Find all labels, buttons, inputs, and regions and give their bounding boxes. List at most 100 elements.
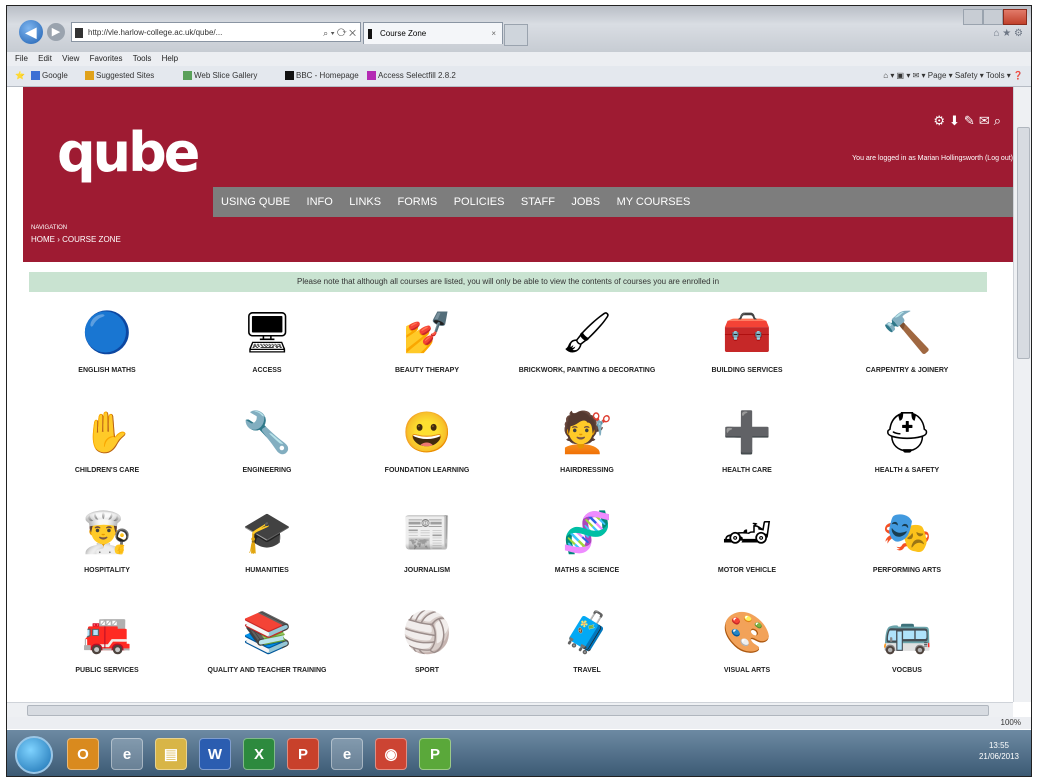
- course-tile[interactable]: 🧬 Maths & Science: [507, 499, 667, 594]
- course-label[interactable]: Health Care: [667, 467, 827, 475]
- fav-google[interactable]: Google: [31, 66, 68, 86]
- tab-course-zone[interactable]: Course Zone ×: [363, 22, 503, 44]
- nav-my-courses[interactable]: MY COURSES: [617, 187, 691, 217]
- course-label[interactable]: Quality and Teacher Training: [187, 667, 347, 675]
- course-tile[interactable]: 🏐 Sport: [347, 599, 507, 694]
- handprints-icon[interactable]: ✋: [74, 399, 140, 465]
- minimize-button[interactable]: [963, 9, 983, 25]
- home-star-gear-icons[interactable]: ⌂ ★ ⚙: [993, 28, 1023, 39]
- nav-staff[interactable]: STAFF: [521, 187, 555, 217]
- course-tile[interactable]: 👨‍🍳 Hospitality: [27, 499, 187, 594]
- course-label[interactable]: Beauty Therapy: [347, 367, 507, 375]
- new-tab-button[interactable]: [504, 24, 528, 46]
- car-icon[interactable]: 🏎: [714, 499, 780, 565]
- header-tool-icons[interactable]: ⚙⬇✎✉⌕: [933, 113, 1005, 129]
- menu-tools[interactable]: Tools: [133, 54, 152, 63]
- course-tile[interactable]: 🔧 Engineering: [187, 399, 347, 494]
- course-tile[interactable]: 🎭 Performing Arts: [827, 499, 987, 594]
- fav-star-icon[interactable]: ⭐: [15, 66, 25, 86]
- course-tile[interactable]: 🎓 Humanities: [187, 499, 347, 594]
- nav-policies[interactable]: POLICIES: [454, 187, 505, 217]
- menu-help[interactable]: Help: [162, 54, 178, 63]
- fav-bbc[interactable]: BBC - Homepage: [285, 66, 359, 86]
- course-tile[interactable]: ✋ Children's Care: [27, 399, 187, 494]
- menu-file[interactable]: File: [15, 54, 28, 63]
- course-tile[interactable]: 😀 Foundation Learning: [347, 399, 507, 494]
- vertical-scrollbar[interactable]: [1013, 87, 1031, 702]
- english-maths-icon[interactable]: 🔵: [74, 299, 140, 365]
- maximize-button[interactable]: [983, 9, 1003, 25]
- course-tile[interactable]: 🔨 Carpentry & Joinery: [827, 299, 987, 394]
- chrome-icon[interactable]: ◉: [375, 738, 407, 770]
- course-label[interactable]: Humanities: [187, 567, 347, 575]
- public-services-icon[interactable]: 🚒: [74, 599, 140, 665]
- menu-edit[interactable]: Edit: [38, 54, 52, 63]
- toolbox-icon[interactable]: 🧰: [714, 299, 780, 365]
- course-tile[interactable]: ⛑ Health & Safety: [827, 399, 987, 494]
- vocbus-icon[interactable]: 🚌: [874, 599, 940, 665]
- nav-links[interactable]: LINKS: [349, 187, 381, 217]
- newspaper-icon[interactable]: 📰: [394, 499, 460, 565]
- smiley-icon[interactable]: 😀: [394, 399, 460, 465]
- course-tile[interactable]: 🚌 VocBus: [827, 599, 987, 694]
- nav-jobs[interactable]: JOBS: [571, 187, 600, 217]
- forward-button[interactable]: ▶: [47, 23, 65, 41]
- menu-view[interactable]: View: [62, 54, 79, 63]
- back-button[interactable]: ◀: [19, 20, 43, 44]
- course-label[interactable]: Sport: [347, 667, 507, 675]
- course-label[interactable]: Health & Safety: [827, 467, 987, 475]
- start-button[interactable]: [15, 736, 53, 774]
- hard-hat-icon[interactable]: ⛑: [874, 399, 940, 465]
- nail-polish-icon[interactable]: 💅: [394, 299, 460, 365]
- books-icon[interactable]: 📚: [234, 599, 300, 665]
- close-window-button[interactable]: [1003, 9, 1027, 25]
- plus-icon[interactable]: ➕: [714, 399, 780, 465]
- tools-icon[interactable]: 🔨: [874, 299, 940, 365]
- course-label[interactable]: Foundation Learning: [347, 467, 507, 475]
- fav-access-selectfill[interactable]: Access Selectfill 2.8.2: [367, 66, 456, 86]
- painting-icon[interactable]: 🎨: [714, 599, 780, 665]
- graduate-icon[interactable]: 🎓: [234, 499, 300, 565]
- course-label[interactable]: Hospitality: [27, 567, 187, 575]
- course-tile[interactable]: ➕ Health Care: [667, 399, 827, 494]
- zoom-level[interactable]: 100%: [1001, 717, 1021, 729]
- course-label[interactable]: Hairdressing: [507, 467, 667, 475]
- suitcase-icon[interactable]: 🧳: [554, 599, 620, 665]
- login-status[interactable]: You are logged in as Marian Hollingswort…: [852, 155, 1013, 162]
- course-label[interactable]: VocBus: [827, 667, 987, 675]
- course-label[interactable]: English Maths: [27, 367, 187, 375]
- paint-brush-icon[interactable]: 🖌: [554, 299, 620, 365]
- fav-suggested-sites[interactable]: Suggested Sites: [85, 66, 154, 86]
- chef-hat-icon[interactable]: 👨‍🍳: [74, 499, 140, 565]
- course-label[interactable]: Motor Vehicle: [667, 567, 827, 575]
- vertical-scroll-thumb[interactable]: [1017, 127, 1030, 359]
- horizontal-scrollbar[interactable]: [7, 702, 1013, 717]
- course-tile[interactable]: 💇 Hairdressing: [507, 399, 667, 494]
- course-tile[interactable]: 🎨 Visual Arts: [667, 599, 827, 694]
- course-label[interactable]: Travel: [507, 667, 667, 675]
- course-label[interactable]: Performing Arts: [827, 567, 987, 575]
- course-tile[interactable]: 🏎 Motor Vehicle: [667, 499, 827, 594]
- theatre-masks-icon[interactable]: 🎭: [874, 499, 940, 565]
- course-label[interactable]: Visual Arts: [667, 667, 827, 675]
- excel-icon[interactable]: X: [243, 738, 275, 770]
- computer-icon[interactable]: 🖥: [234, 299, 300, 365]
- explorer-folder-icon[interactable]: ▤: [155, 738, 187, 770]
- course-tile[interactable]: 🖥 Access: [187, 299, 347, 394]
- nav-using-qube[interactable]: USING QUBE: [221, 187, 290, 217]
- menu-favorites[interactable]: Favorites: [90, 54, 123, 63]
- course-label[interactable]: Maths & Science: [507, 567, 667, 575]
- course-tile[interactable]: 📚 Quality and Teacher Training: [187, 599, 347, 694]
- fav-web-slice[interactable]: Web Slice Gallery: [183, 66, 257, 86]
- ie-active-icon[interactable]: e: [331, 738, 363, 770]
- hair-icon[interactable]: 💇: [554, 399, 620, 465]
- word-icon[interactable]: W: [199, 738, 231, 770]
- course-tile[interactable]: 🚒 Public Services: [27, 599, 187, 694]
- breadcrumb[interactable]: HOME › COURSE ZONE: [31, 235, 121, 244]
- course-tile[interactable]: 💅 Beauty Therapy: [347, 299, 507, 394]
- course-label[interactable]: Journalism: [347, 567, 507, 575]
- course-tile[interactable]: 🧳 Travel: [507, 599, 667, 694]
- course-label[interactable]: Engineering: [187, 467, 347, 475]
- course-label[interactable]: Building Services: [667, 367, 827, 375]
- course-tile[interactable]: 📰 Journalism: [347, 499, 507, 594]
